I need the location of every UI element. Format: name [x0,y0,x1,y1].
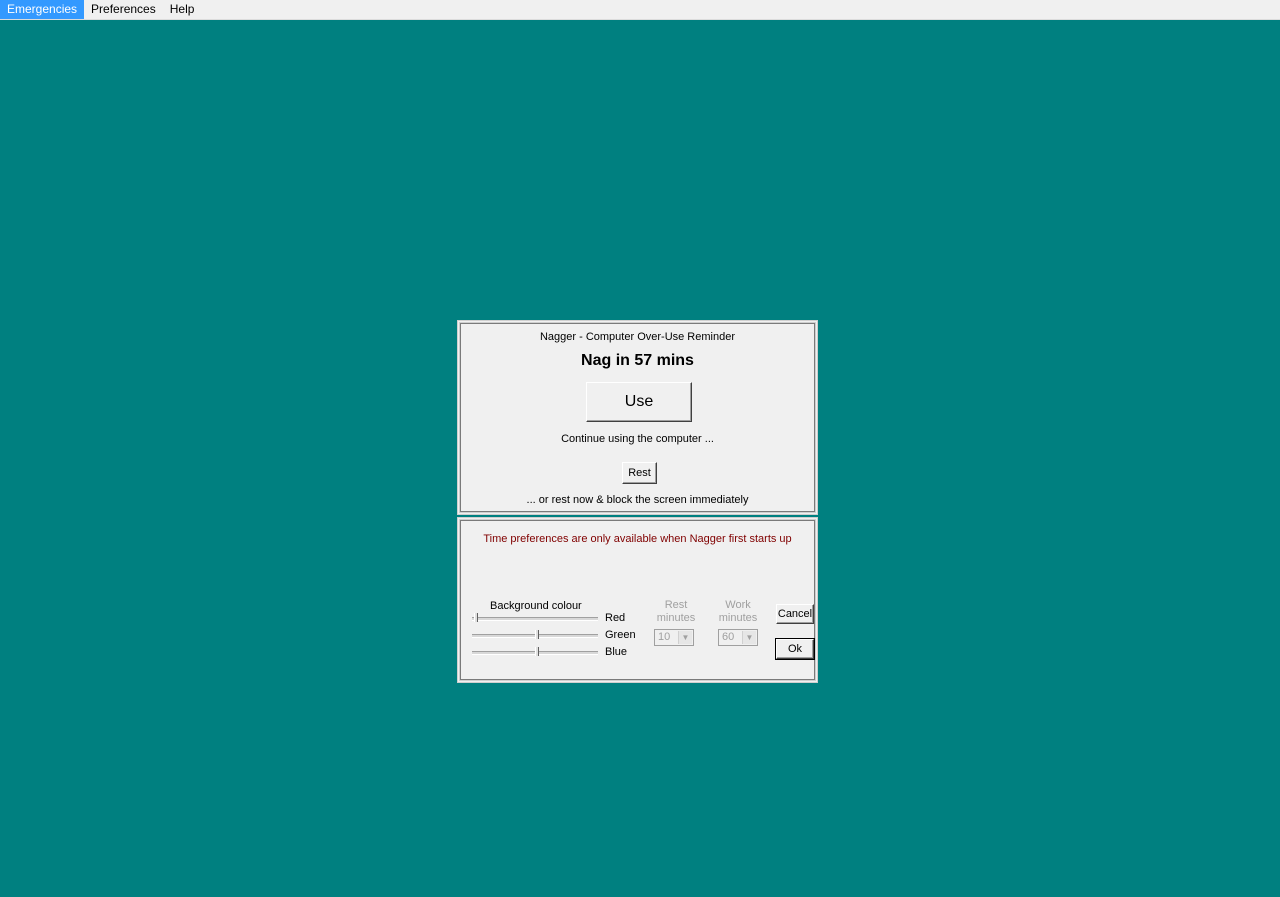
rest-minutes-select[interactable]: 10 ▼ [654,629,694,646]
menu-emergencies[interactable]: Emergencies [0,0,85,19]
rest-minutes-label: Rest minutes [656,599,696,625]
rest-minutes-value: 10 [658,631,671,643]
work-minutes-value: 60 [722,631,735,643]
green-label: Green [605,629,636,641]
menu-help[interactable]: Help [163,0,202,19]
blue-slider-thumb[interactable] [535,647,539,656]
red-slider-thumb[interactable] [474,613,478,622]
preferences-panel: Time preferences are only available when… [457,517,818,683]
rest-minutes-label-line2: minutes [656,612,696,624]
blue-slider[interactable] [472,647,598,657]
blue-label: Blue [605,646,628,658]
ok-button[interactable]: Ok [775,638,815,660]
use-caption: Continue using the computer ... [561,433,714,445]
chevron-down-icon[interactable]: ▼ [678,631,692,644]
rest-caption: ... or rest now & block the screen immed… [526,494,749,506]
rest-minutes-label-line1: Rest [664,599,688,611]
work-minutes-select[interactable]: 60 ▼ [718,629,758,646]
cancel-button[interactable]: Cancel [776,604,814,624]
use-button[interactable]: Use [586,382,692,422]
work-minutes-label-line2: minutes [718,612,758,624]
green-slider-thumb[interactable] [535,630,539,639]
countdown-text: Nag in 57 mins [581,352,694,369]
red-label: Red [605,612,626,624]
main-panel: Nagger - Computer Over-Use Reminder Nag … [457,320,818,515]
time-preferences-notice: Time preferences are only available when… [483,533,792,545]
menu-preferences[interactable]: Preferences [84,0,163,19]
chevron-down-icon[interactable]: ▼ [742,631,756,644]
menu-bar: Emergencies Preferences Help [0,0,1280,20]
work-minutes-label: Work minutes [718,599,758,625]
green-slider[interactable] [472,630,598,640]
red-slider[interactable] [472,613,598,623]
rest-button[interactable]: Rest [622,462,657,484]
work-minutes-label-line1: Work [725,599,751,611]
window-title: Nagger - Computer Over-Use Reminder [539,331,735,343]
background-colour-label: Background colour [490,600,582,612]
